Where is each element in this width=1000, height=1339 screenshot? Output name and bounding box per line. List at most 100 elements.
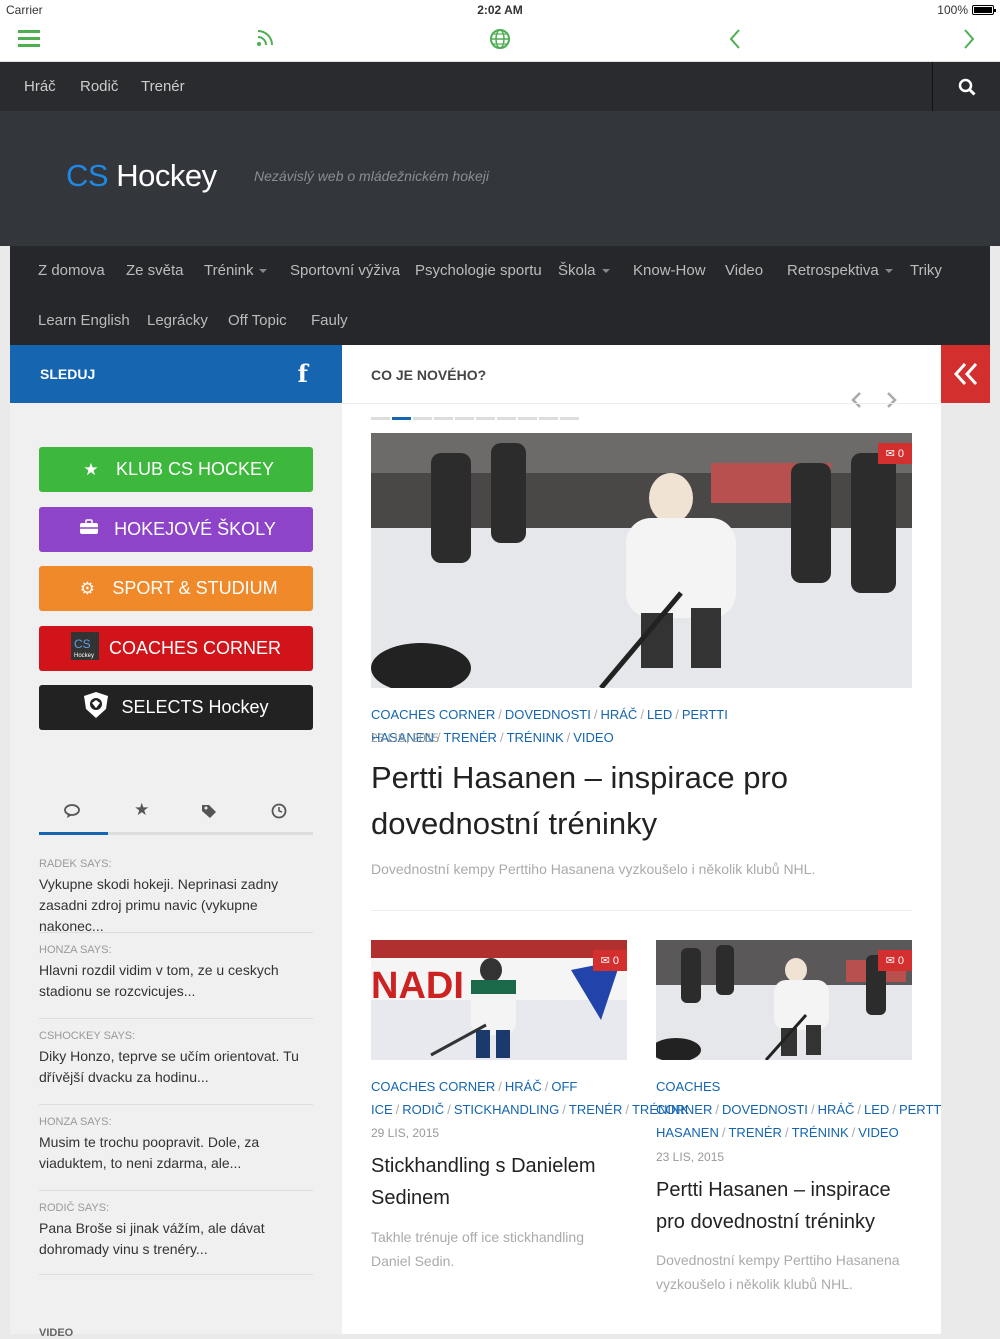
tag-link[interactable]: LED	[647, 707, 672, 722]
rss-icon[interactable]	[256, 28, 274, 52]
comment-text: Hlavni rozdil vidim v tom, ze u ceskych …	[39, 962, 279, 999]
tag-link[interactable]: COACHES CORNER	[371, 707, 495, 722]
tag-link[interactable]: COACHES CORNER	[656, 1079, 720, 1117]
nav-item-skola[interactable]: Škola	[558, 262, 610, 279]
svg-text:NADI: NADI	[371, 965, 464, 1007]
tag-link[interactable]: LED	[864, 1102, 889, 1117]
nav-item-legracky[interactable]: Legrácky	[147, 312, 208, 329]
main-navigation: Z domova Ze světa Trénink Sportovní výži…	[10, 246, 990, 345]
caret-down-icon	[601, 269, 610, 274]
globe-icon[interactable]	[489, 28, 511, 55]
article-date: 23 LIS, 2015	[656, 1150, 725, 1164]
nav-item-ze-sveta[interactable]: Ze světa	[126, 262, 184, 279]
tag-link[interactable]: TRENÉR	[569, 1102, 622, 1117]
featured-article-image[interactable]: ✉ 0	[371, 433, 912, 688]
forward-arrow-icon[interactable]	[962, 28, 976, 55]
slider-dot[interactable]	[434, 417, 453, 420]
featured-date: 23 LIS, 2015	[371, 731, 440, 745]
tag-link[interactable]: TRENÉR	[728, 1125, 781, 1140]
nav-item-retrospektiva[interactable]: Retrospektiva	[787, 262, 893, 279]
slider-dots	[371, 417, 579, 420]
tab-comments[interactable]	[39, 793, 108, 835]
hokejove-skoly-button[interactable]: HOKEJOVÉ ŠKOLY	[39, 507, 313, 552]
section-heading: CO JE NOVÉHO?	[371, 367, 487, 383]
comment-author: HONZA SAYS:	[39, 944, 112, 956]
tab-tags[interactable]	[176, 793, 245, 832]
nav-item-psychologie-sportu[interactable]: Psychologie sportu	[415, 262, 542, 279]
tag-link[interactable]: RODIČ	[402, 1102, 444, 1117]
comment-item[interactable]: HONZA SAYS: Hlavni rozdil vidim v tom, z…	[39, 944, 313, 1019]
comment-item[interactable]: RODIČ SAYS: Pana Broše si jinak vážím, a…	[39, 1202, 313, 1275]
right-sidebar	[941, 403, 990, 1334]
hamburger-menu-icon[interactable]	[18, 28, 40, 52]
slider-dot[interactable]	[371, 417, 390, 420]
tag-link[interactable]: TRÉNINK	[792, 1125, 849, 1140]
klub-cs-hockey-button[interactable]: ★ KLUB CS HOCKEY	[39, 447, 313, 492]
slider-dot[interactable]	[497, 417, 516, 420]
tag-link[interactable]: HRÁČ	[818, 1102, 855, 1117]
facebook-icon[interactable]: f	[298, 359, 308, 388]
comment-count-badge[interactable]: ✉ 0	[877, 443, 912, 464]
battery-indicator: 100%	[937, 3, 996, 17]
tag-link[interactable]: HRÁČ	[600, 707, 637, 722]
nav-item-sportovni-vyziva[interactable]: Sportovní výživa	[290, 262, 400, 279]
article-image[interactable]: ✉ 0	[656, 940, 912, 1060]
comment-item[interactable]: CSHOCKEY SAYS: Diky Honzo, tepr​ve se uč…	[39, 1030, 313, 1105]
tab-recent[interactable]	[245, 793, 314, 832]
tag-link[interactable]: DOVEDNOSTI	[505, 707, 591, 722]
comment-item[interactable]: HONZA SAYS: Musim te trochu poopravit. D…	[39, 1116, 313, 1191]
nav-item-z-domova[interactable]: Z domova	[38, 262, 105, 279]
comment-count-badge[interactable]: ✉ 0	[592, 950, 627, 971]
nav-item-learn-english[interactable]: Learn English	[38, 312, 130, 329]
slider-dot[interactable]	[476, 417, 495, 420]
comment-author: RADEK SAYS:	[39, 858, 112, 870]
collapse-sidebar-button[interactable]	[941, 345, 990, 403]
nav-item-triky[interactable]: Triky	[910, 262, 942, 279]
tab-popular[interactable]: ★	[108, 793, 177, 832]
tag-link[interactable]: TRÉNINK	[507, 730, 564, 745]
sport-studium-button[interactable]: ⚙ SPORT & STUDIUM	[39, 566, 313, 611]
app-toolbar	[0, 20, 1000, 62]
nav-item-off-topic[interactable]: Off Topic	[228, 312, 287, 329]
article-title[interactable]: Stickhandling s Danielem Sedinem	[371, 1150, 621, 1214]
logo-hockey-text: Hockey	[116, 158, 217, 193]
article-image[interactable]: NADI ✉ 0	[371, 940, 627, 1060]
comment-item[interactable]: RADEK SAYS: Vykupne skodi hokeji. Neprin…	[39, 858, 313, 934]
topnav-item-hrac[interactable]: Hráč	[24, 78, 56, 95]
comment-count-badge[interactable]: ✉ 0	[877, 950, 912, 971]
nav-item-label: Trénink	[204, 262, 254, 279]
tag-link[interactable]: DOVEDNOSTI	[722, 1102, 808, 1117]
slider-dot[interactable]	[455, 417, 474, 420]
selects-hockey-button[interactable]: SELECTS Hockey	[39, 685, 313, 730]
nav-item-fauly[interactable]: Fauly	[311, 312, 348, 329]
featured-title[interactable]: Pertti Hasanen – inspirace pro dovednost…	[371, 755, 921, 847]
back-arrow-icon[interactable]	[728, 28, 742, 55]
nav-item-trenink[interactable]: Trénink	[204, 262, 268, 279]
logo-cs-text: CS	[66, 158, 109, 193]
tag-link[interactable]: HRÁČ	[505, 1079, 542, 1094]
sidebar-video-heading: VIDEO	[39, 1327, 74, 1339]
slider-dot[interactable]	[560, 417, 579, 420]
svg-text:CS: CS	[74, 637, 91, 651]
tag-link[interactable]: STICKHANDLING	[454, 1102, 559, 1117]
tag-link[interactable]: VIDEO	[858, 1125, 898, 1140]
nav-item-know-how[interactable]: Know-How	[633, 262, 706, 279]
button-label: HOKEJOVÉ ŠKOLY	[114, 519, 276, 539]
coaches-corner-button[interactable]: CS Hockey COACHES CORNER	[39, 626, 313, 671]
slider-dot[interactable]	[518, 417, 537, 420]
tag-link[interactable]: COACHES CORNER	[371, 1079, 495, 1094]
article-title[interactable]: Pertti Hasanen – inspirace pro dovednost…	[656, 1174, 906, 1238]
site-tagline: Nezávislý web o mládežnickém hokeji	[254, 168, 489, 184]
article-date: 29 LIS, 2015	[371, 1126, 440, 1140]
slider-dot[interactable]	[413, 417, 432, 420]
tag-link[interactable]: VIDEO	[573, 730, 613, 745]
search-icon[interactable]	[932, 62, 1000, 111]
site-logo[interactable]: CS Hockey	[66, 158, 217, 194]
tag-link[interactable]: TRENÉR	[443, 730, 496, 745]
topnav-item-rodic[interactable]: Rodič	[80, 78, 118, 95]
topnav-item-trener[interactable]: Trenér	[141, 78, 185, 95]
slider-dot-active[interactable]	[392, 417, 411, 420]
button-label: SELECTS Hockey	[121, 697, 269, 717]
slider-dot[interactable]	[539, 417, 558, 420]
nav-item-video[interactable]: Video	[725, 262, 763, 279]
